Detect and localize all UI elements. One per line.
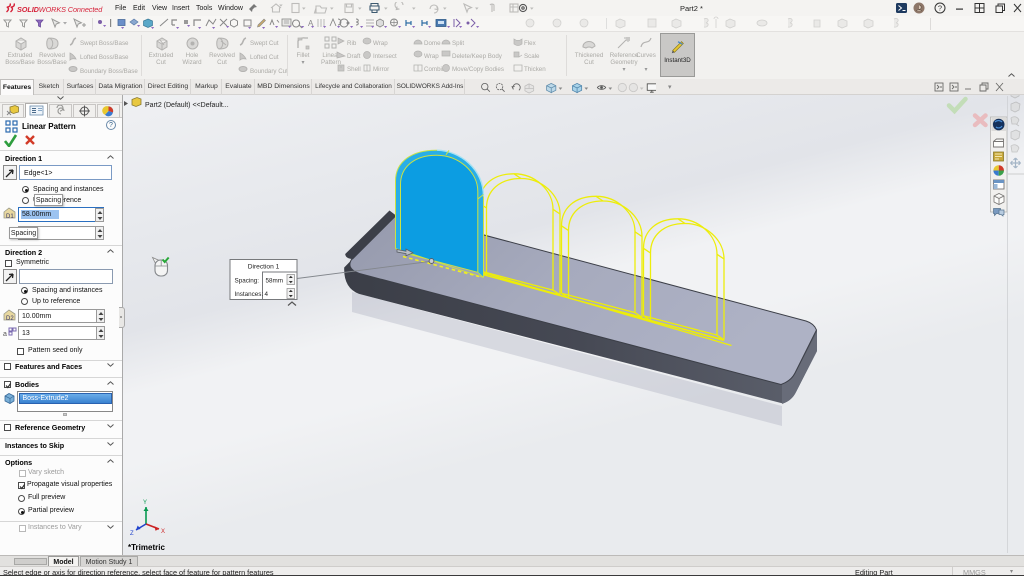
svg-text:Part2 (Default) <<Default...: Part2 (Default) <<Default... bbox=[145, 102, 229, 109]
svg-text:Instances:: Instances: bbox=[235, 291, 264, 298]
svg-text:D1: D1 bbox=[6, 214, 14, 220]
svg-text:4: 4 bbox=[265, 291, 269, 298]
svg-text:D2: D2 bbox=[6, 316, 14, 322]
svg-text:Z: Z bbox=[130, 531, 134, 537]
svg-text:?: ? bbox=[938, 4, 942, 13]
svg-text:Direction 1: Direction 1 bbox=[248, 264, 280, 271]
svg-text:Spacing:: Spacing: bbox=[235, 278, 260, 285]
svg-text:a: a bbox=[3, 331, 7, 338]
svg-text:Y: Y bbox=[143, 500, 147, 506]
svg-text:X: X bbox=[161, 529, 165, 535]
svg-text:58mm: 58mm bbox=[266, 278, 284, 285]
